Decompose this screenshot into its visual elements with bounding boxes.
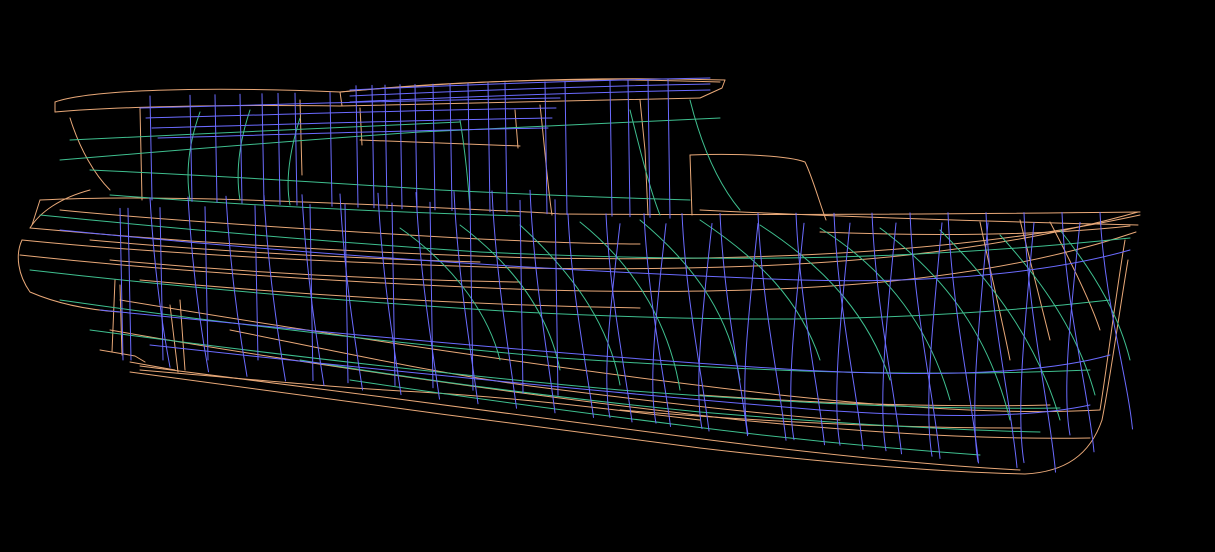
waterline-curve	[1019, 219, 1051, 341]
station-line	[643, 213, 671, 427]
station-line	[554, 199, 559, 396]
station-line	[294, 92, 298, 206]
station-line	[909, 212, 941, 459]
station-line	[391, 202, 396, 386]
waterline-curve	[639, 99, 649, 216]
station-line	[609, 80, 613, 217]
station-line	[339, 193, 363, 391]
buttock-curve	[999, 234, 1096, 396]
waterline-curve	[59, 209, 641, 245]
station-line	[371, 84, 375, 209]
station-line	[149, 95, 153, 201]
waterline-curve	[69, 117, 111, 191]
buttock-curve	[939, 229, 1061, 421]
station-line	[453, 191, 479, 405]
buttock-curve	[879, 227, 1011, 421]
waterline-curve	[139, 107, 143, 201]
station-line	[947, 212, 979, 464]
station-line	[349, 77, 711, 91]
waterline-curve	[559, 211, 1141, 216]
waterline-curve	[39, 197, 561, 215]
waterline-curve	[29, 189, 91, 229]
waterline-curve	[139, 369, 701, 421]
station-line	[469, 200, 474, 391]
station-line	[254, 205, 259, 361]
station-line	[329, 91, 333, 207]
waterline-curve	[339, 91, 343, 107]
buttock-curve	[187, 111, 201, 201]
station-line	[667, 78, 671, 219]
waterline-curve	[54, 97, 701, 113]
station-line	[529, 189, 556, 414]
station-line	[985, 212, 1018, 468]
station-line	[377, 192, 402, 396]
station-line	[627, 79, 631, 218]
buttock-curve	[89, 169, 691, 201]
station-line	[449, 83, 453, 211]
waterline-curve	[129, 361, 176, 371]
waterline-curve	[299, 99, 303, 176]
wireframe-viewport[interactable]	[0, 0, 1215, 552]
buttock-curve	[759, 224, 891, 381]
waterline-curve	[1099, 239, 1126, 411]
waterline-curve	[359, 139, 521, 147]
station-line	[414, 84, 418, 210]
station-line	[261, 93, 265, 205]
station-line	[432, 83, 436, 211]
waterline-curve	[689, 154, 693, 216]
station-line	[349, 83, 711, 97]
station-line	[204, 206, 209, 361]
boat-hull-wireframe	[17, 77, 1141, 475]
buttock-curve	[237, 109, 251, 201]
waterline-curve	[699, 79, 726, 99]
station-line	[384, 84, 388, 209]
waterline-curve	[129, 371, 1103, 475]
buttock-curve	[1059, 229, 1131, 361]
station-line	[698, 223, 713, 430]
station-line	[399, 84, 403, 210]
station-line	[1023, 212, 1056, 473]
station-line	[214, 94, 218, 203]
station-line	[647, 79, 651, 218]
waterline-curve	[31, 199, 41, 226]
station-line	[491, 190, 517, 409]
buttock-curve	[287, 117, 301, 206]
buttock-curve	[59, 117, 721, 161]
station-line	[355, 85, 359, 208]
station-line	[127, 207, 132, 361]
station-line	[277, 92, 281, 205]
buttock-curve	[59, 299, 1091, 374]
station-line	[99, 309, 1111, 374]
waterline-curve	[109, 329, 1091, 439]
station-line	[145, 107, 557, 119]
waterline-curve	[111, 279, 116, 353]
station-line	[519, 199, 524, 394]
station-line	[429, 201, 434, 389]
station-line	[1061, 212, 1095, 453]
waterline-curve	[54, 78, 726, 103]
waterline-curve	[819, 225, 1131, 235]
station-line	[344, 203, 349, 384]
waterline-curve	[339, 79, 721, 93]
station-curves	[59, 77, 1133, 473]
station-line	[349, 89, 711, 103]
